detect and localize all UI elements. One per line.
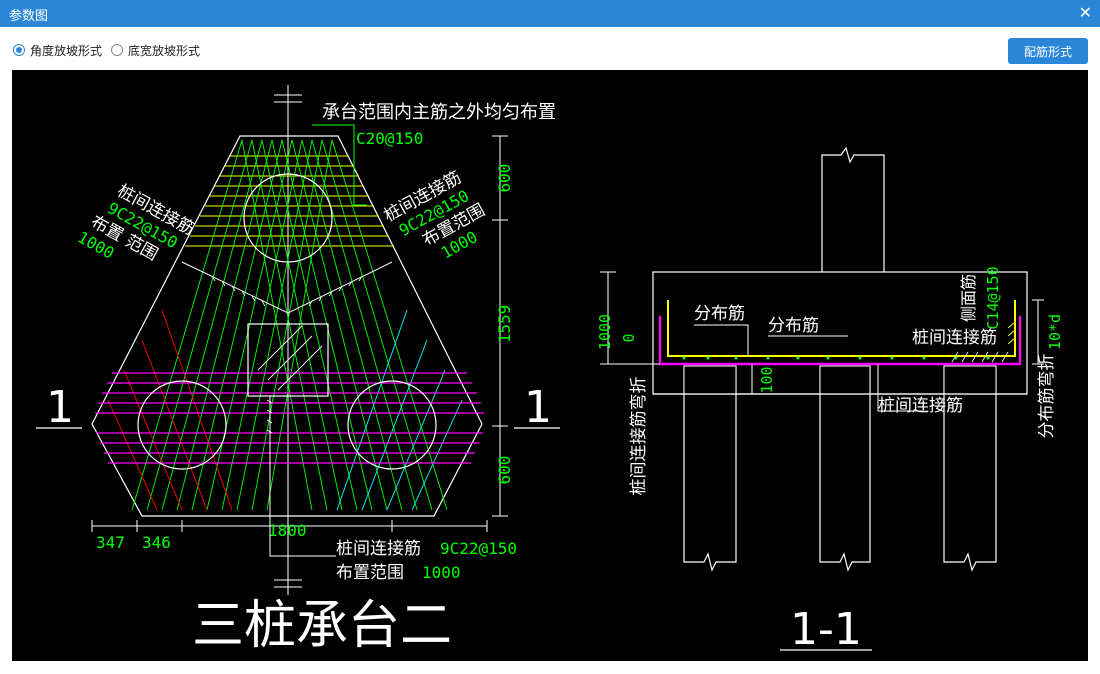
angle-mode-radio[interactable]: 角度放坡形式 <box>13 42 102 58</box>
pile-head-right <box>943 365 997 395</box>
left-label-group: 桩间连接筋 9C22@150 布置 范围 1000 <box>74 181 197 265</box>
section-pile-mid <box>819 366 871 572</box>
rebar-form-button[interactable]: 配筋形式 <box>1008 38 1088 64</box>
cad-drawing: 承台范围内主筋之外均匀布置 C20@150 桩间连接筋 9C22@150 布置 … <box>36 85 1064 656</box>
section-pile-left <box>683 366 737 572</box>
section-dim-10d: 10*d <box>1046 314 1064 350</box>
section-dim-100: 100 <box>758 366 776 393</box>
plan-top-spec: C20@150 <box>356 129 423 148</box>
bottom-range-value: 1000 <box>422 563 461 582</box>
section-dim-zero: 0 <box>620 333 638 342</box>
bottom-connect-spec: 9C22@150 <box>440 539 517 558</box>
section-title: 1-1 <box>790 604 862 655</box>
section-side-bar: 侧面筋 <box>959 274 978 322</box>
dim-a: 347 <box>96 533 125 552</box>
radio-unchecked-icon <box>111 44 123 56</box>
section-side-spec: C14@150 <box>984 266 1002 329</box>
section-mark-left: 1 <box>46 382 74 433</box>
section-dim-height: 1000 <box>596 314 614 350</box>
section-connect-bar-2: 桩间连接筋 <box>878 396 963 416</box>
dist-leader-1 <box>694 324 749 356</box>
bottom-connect-label: 桩间连接筋 <box>336 539 421 559</box>
horizontal-bars <box>95 372 484 464</box>
red-bars <box>107 309 233 511</box>
section-dist-bar-2: 分布筋 <box>768 316 819 336</box>
width-mode-label: 底宽放坡形式 <box>128 43 201 58</box>
right-label-group: 桩间连接筋 9C22@150 布置范围 1000 <box>381 168 489 263</box>
section-mark-right: 1 <box>524 382 552 433</box>
connect-bar-ticks <box>211 275 363 434</box>
dim-mid: 1559 <box>495 305 514 344</box>
close-icon[interactable]: ✕ <box>1079 3 1092 22</box>
drawing-canvas: 承台范围内主筋之外均匀布置 C20@150 桩间连接筋 9C22@150 布置 … <box>12 70 1088 661</box>
toolbar: 角度放坡形式 底宽放坡形式 配筋形式 <box>0 27 1100 70</box>
section-left-vertical: 桩间连接筋弯折 <box>629 377 649 496</box>
width-mode-radio[interactable]: 底宽放坡形式 <box>111 42 200 58</box>
dim-b: 346 <box>142 533 171 552</box>
bottom-range-label: 布置范围 <box>336 563 404 583</box>
hook-ticks <box>1007 321 1016 345</box>
dim-top: 600 <box>495 164 514 193</box>
angle-mode-label: 角度放坡形式 <box>30 43 103 58</box>
pile-head-mid <box>819 365 871 395</box>
dim-width: 1800 <box>268 521 307 540</box>
window-title: 参数图 <box>9 9 49 24</box>
pile-head-left <box>683 365 737 395</box>
section-connect-bar-1: 桩间连接筋 <box>912 328 997 348</box>
section-right-vertical: 分布筋弯折 <box>1037 354 1057 439</box>
pile-right <box>347 380 437 470</box>
section-dist-bar-1: 分布筋 <box>694 304 745 324</box>
section-column <box>821 146 885 272</box>
plan-title: 三桩承台二 <box>192 596 452 656</box>
plan-top-note: 承台范围内主筋之外均匀布置 <box>322 102 556 123</box>
dim-bot: 600 <box>495 456 514 485</box>
radio-checked-icon <box>13 44 25 56</box>
title-bar: 参数图 ✕ <box>0 0 1100 27</box>
